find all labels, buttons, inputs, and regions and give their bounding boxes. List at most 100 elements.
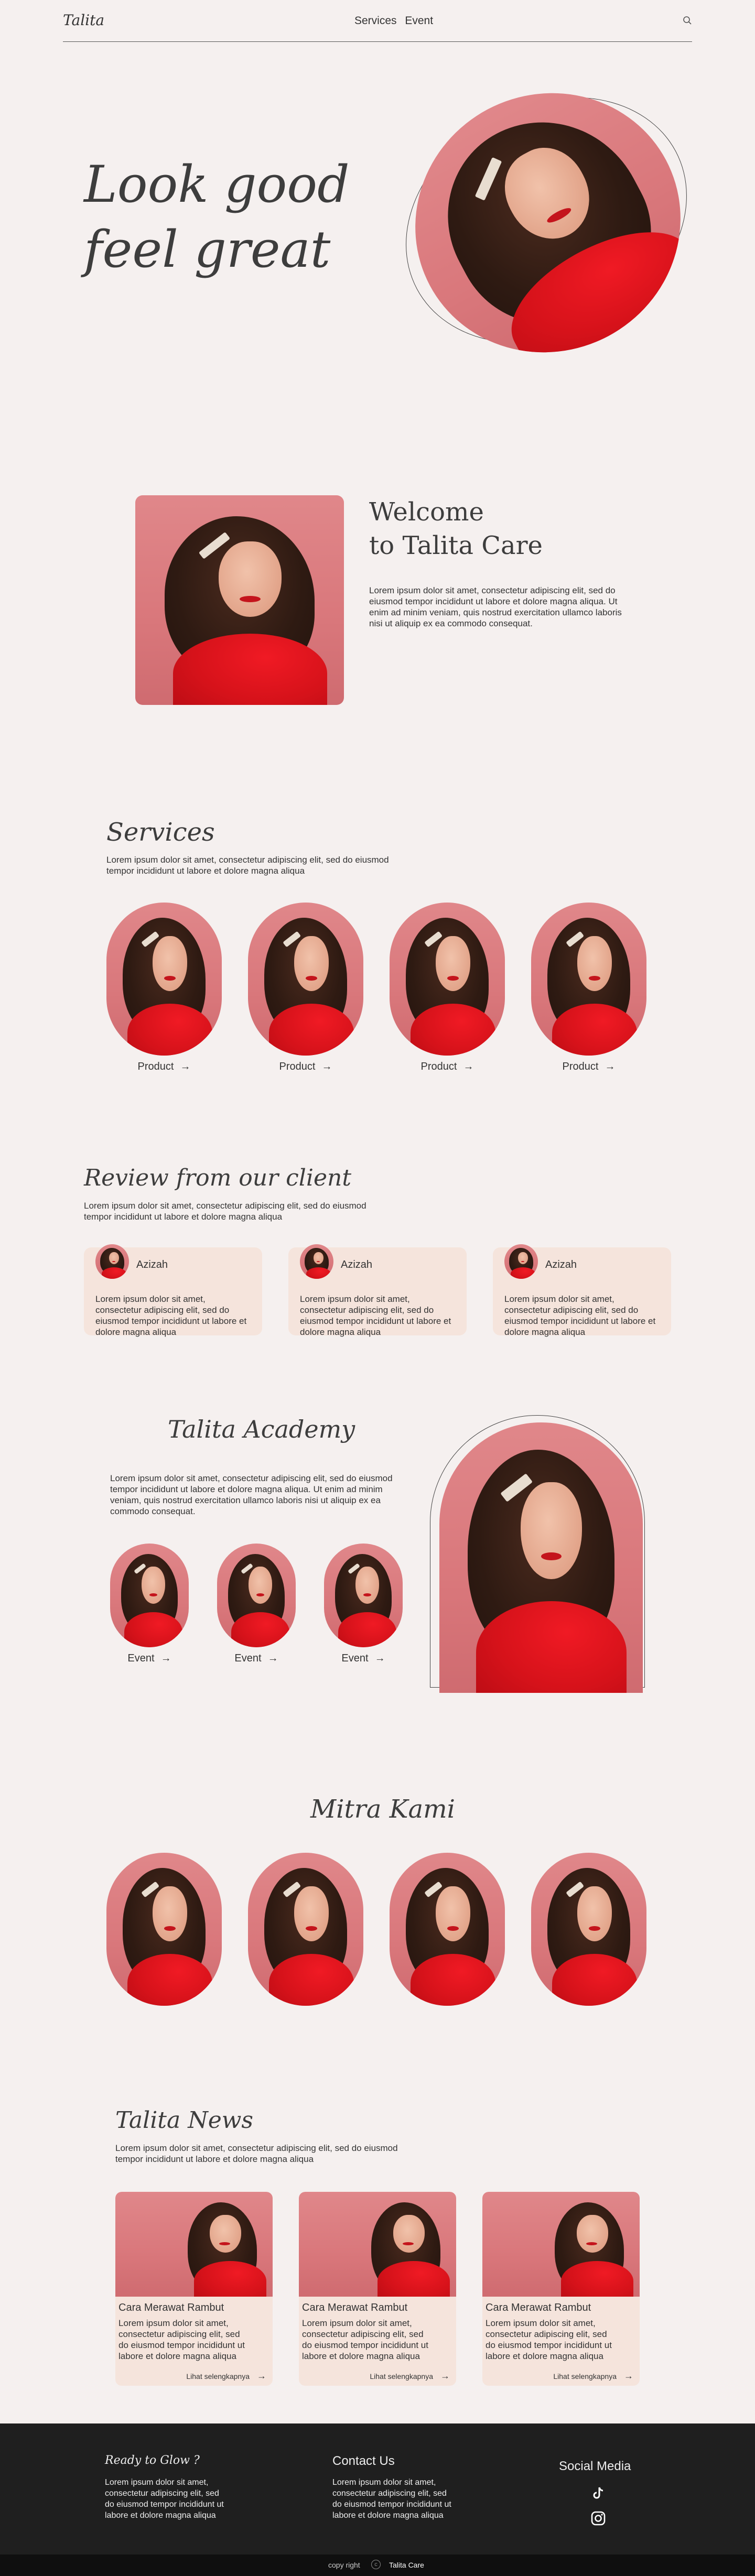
news-card[interactable]: Cara Merawat Rambut Lorem ipsum dolor si… <box>482 2192 640 2386</box>
arrow-right-icon: → <box>624 2371 633 2381</box>
footer-social-title: Social Media <box>559 2459 631 2473</box>
reviewer-name: Azizah <box>136 1259 168 1270</box>
review-card: Azizah Lorem ipsum dolor sit amet, conse… <box>84 1244 262 1337</box>
service-link[interactable]: Product → <box>390 1061 505 1073</box>
service-label: Product <box>420 1061 457 1072</box>
news-item-title: Cara Merawat Rambut <box>486 2302 591 2313</box>
event-card[interactable]: Event → <box>217 1544 296 1665</box>
academy-image <box>439 1422 643 1693</box>
news-item-title: Cara Merawat Rambut <box>118 2302 224 2313</box>
event-image <box>324 1544 403 1647</box>
services-text: Lorem ipsum dolor sit amet, consectetur … <box>106 855 389 876</box>
review-text: Lorem ipsum dolor sit amet, consectetur … <box>504 1294 656 1337</box>
arrow-right-icon: → <box>257 2371 266 2381</box>
footer-contact-title: Contact Us <box>332 2454 395 2468</box>
copyright-bar: copy right c Talita Care <box>0 2555 755 2576</box>
news-card[interactable]: Cara Merawat Rambut Lorem ipsum dolor si… <box>115 2192 273 2386</box>
arrow-right-icon: → <box>374 1653 385 1664</box>
event-label: Event <box>234 1653 262 1664</box>
event-card[interactable]: Event → <box>110 1544 189 1665</box>
hero-image <box>369 46 727 399</box>
review-text: Lorem ipsum dolor sit amet, consectetur … <box>300 1294 451 1337</box>
service-link[interactable]: Product → <box>106 1061 222 1073</box>
read-more-link[interactable]: Lihat selengkapnya → <box>186 2371 266 2382</box>
partner-image <box>390 1853 505 2006</box>
service-card[interactable]: Product → <box>531 903 646 1073</box>
copyright-text: copy right <box>328 2561 360 2569</box>
reviews-text: Lorem ipsum dolor sit amet, consectetur … <box>84 1201 366 1222</box>
service-label: Product <box>279 1061 316 1072</box>
review-card: Azizah Lorem ipsum dolor sit amet, conse… <box>493 1244 671 1337</box>
reviewer-name: Azizah <box>341 1259 373 1270</box>
footer-glow-title: Ready to Glow ? <box>105 2454 200 2467</box>
avatar <box>95 1244 129 1279</box>
arrow-right-icon: → <box>180 1061 191 1072</box>
welcome-title: Welcome to Talita Care <box>369 495 543 562</box>
welcome-text: Lorem ipsum dolor sit amet, consectetur … <box>369 585 622 628</box>
top-nav: Talita Services Event <box>63 0 692 42</box>
read-more-label: Lihat selengkapnya <box>370 2372 433 2381</box>
brand-logo[interactable]: Talita <box>63 12 104 29</box>
copyright-icon: c <box>371 2560 381 2569</box>
academy-title: Talita Academy <box>168 1415 355 1443</box>
event-link[interactable]: Event → <box>110 1653 189 1665</box>
event-link[interactable]: Event → <box>217 1653 296 1665</box>
arrow-right-icon: → <box>463 1061 474 1072</box>
service-image <box>248 903 363 1056</box>
read-more-link[interactable]: Lihat selengkapnya → <box>370 2371 450 2382</box>
hero-line-1: Look good <box>84 155 350 214</box>
service-card[interactable]: Product → <box>106 903 222 1073</box>
partner-image <box>531 1853 646 2006</box>
event-label: Event <box>341 1653 369 1664</box>
search-icon[interactable] <box>683 16 692 25</box>
nav-item-services[interactable]: Services <box>354 15 397 27</box>
arrow-right-icon: → <box>605 1061 616 1072</box>
arrow-right-icon: → <box>321 1061 332 1072</box>
hero-line-2: feel great <box>84 220 331 279</box>
read-more-label: Lihat selengkapnya <box>186 2372 250 2381</box>
tiktok-icon[interactable] <box>589 2484 607 2502</box>
news-item-text: Lorem ipsum dolor sit amet, consectetur … <box>118 2318 245 2361</box>
partners-title: Mitra Kami <box>310 1795 455 1824</box>
news-image <box>299 2192 456 2297</box>
nav-item-event[interactable]: Event <box>405 15 433 27</box>
welcome-title-line-2: to Talita Care <box>369 531 543 560</box>
copyright-brand: Talita Care <box>389 2561 424 2569</box>
reviews-title: Review from our client <box>84 1165 351 1191</box>
academy-text: Lorem ipsum dolor sit amet, consectetur … <box>110 1473 393 1516</box>
avatar <box>300 1244 333 1279</box>
news-item-text: Lorem ipsum dolor sit amet, consectetur … <box>302 2318 428 2361</box>
news-item-title: Cara Merawat Rambut <box>302 2302 408 2313</box>
news-image <box>482 2192 640 2297</box>
service-card[interactable]: Product → <box>248 903 363 1073</box>
service-link[interactable]: Product → <box>531 1061 646 1073</box>
event-image <box>110 1544 189 1647</box>
arrow-right-icon: → <box>160 1653 171 1664</box>
service-label: Product <box>562 1061 599 1072</box>
welcome-image <box>135 495 344 705</box>
event-link[interactable]: Event → <box>324 1653 403 1665</box>
news-card[interactable]: Cara Merawat Rambut Lorem ipsum dolor si… <box>299 2192 456 2386</box>
read-more-link[interactable]: Lihat selengkapnya → <box>553 2371 633 2382</box>
news-image <box>115 2192 273 2297</box>
service-link[interactable]: Product → <box>248 1061 363 1073</box>
news-text: Lorem ipsum dolor sit amet, consectetur … <box>115 2143 398 2164</box>
avatar <box>504 1244 538 1279</box>
service-image <box>531 903 646 1056</box>
partner-image <box>106 1853 222 2006</box>
service-label: Product <box>137 1061 174 1072</box>
arrow-right-icon: → <box>440 2371 450 2381</box>
services-title: Services <box>106 818 215 847</box>
event-image <box>217 1544 296 1647</box>
review-card: Azizah Lorem ipsum dolor sit amet, conse… <box>288 1244 467 1337</box>
service-image <box>390 903 505 1056</box>
nav-links: Services Event <box>354 15 438 27</box>
reviewer-name: Azizah <box>545 1259 577 1270</box>
hero-headline: Look good feel great <box>84 152 350 282</box>
service-card[interactable]: Product → <box>390 903 505 1073</box>
footer: Ready to Glow ? Lorem ipsum dolor sit am… <box>0 2423 755 2555</box>
event-card[interactable]: Event → <box>324 1544 403 1665</box>
service-image <box>106 903 222 1056</box>
event-label: Event <box>127 1653 155 1664</box>
instagram-icon[interactable] <box>589 2509 607 2527</box>
